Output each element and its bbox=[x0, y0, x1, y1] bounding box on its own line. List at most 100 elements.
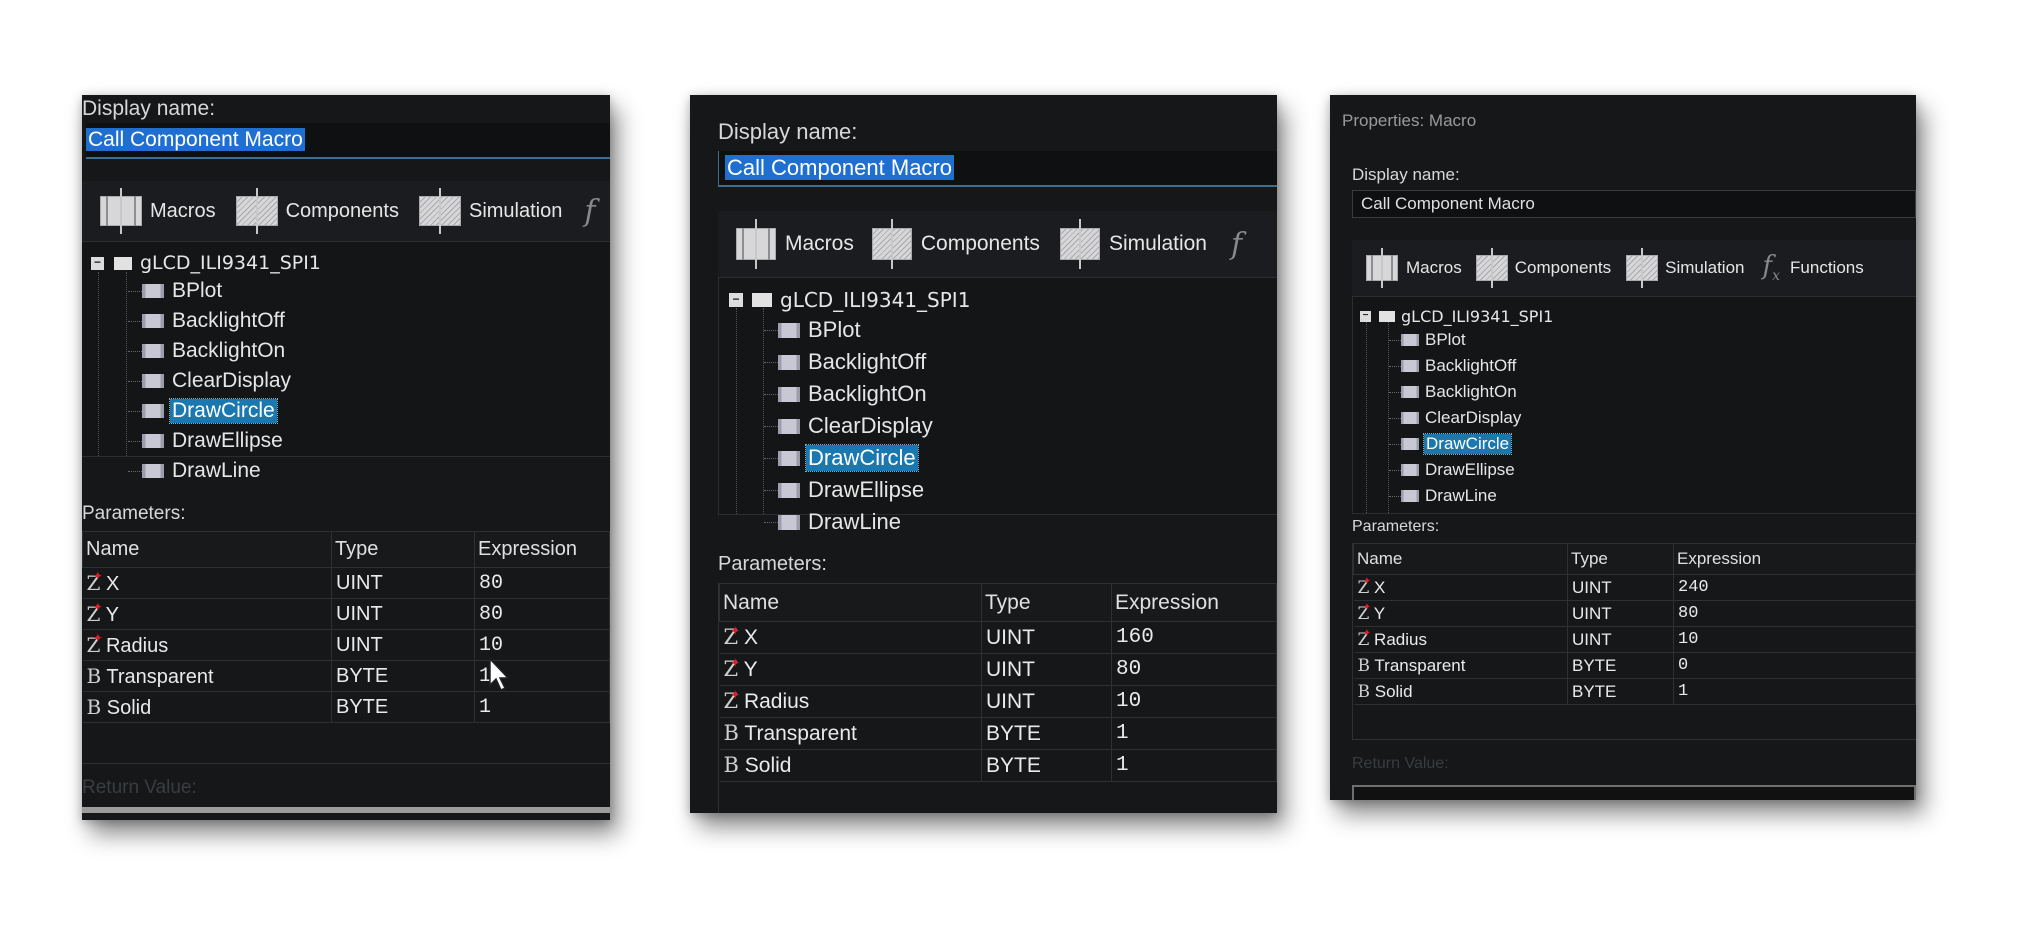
parameter-row[interactable]: B Transparent BYTE 1 bbox=[82, 660, 610, 692]
tab-macros[interactable]: Macros bbox=[736, 219, 854, 269]
tree-item[interactable]: BacklightOn bbox=[1353, 379, 1916, 405]
tree-item[interactable]: DrawEllipse bbox=[1353, 457, 1916, 483]
parameter-row[interactable]: Z ✦ X UINT 240 bbox=[1353, 574, 1916, 601]
tree-root[interactable]: − gLCD_ILI9341_SPI1 bbox=[82, 250, 610, 276]
parameter-expression[interactable]: 80 bbox=[474, 567, 610, 599]
macro-tree[interactable]: − gLCD_ILI9341_SPI1 BPlot BacklightOff B… bbox=[1352, 296, 1916, 514]
display-name-input[interactable]: Call Component Macro bbox=[1352, 190, 1916, 218]
uint-icon: Z ✦ bbox=[723, 623, 741, 649]
uint-icon: Z ✦ bbox=[1357, 575, 1372, 598]
parameter-row[interactable]: B Transparent BYTE 1 bbox=[719, 717, 1277, 750]
tab-label: Components bbox=[1514, 258, 1612, 277]
column-header-type[interactable]: Type bbox=[981, 583, 1112, 622]
macro-icon bbox=[1401, 464, 1419, 476]
tree-root[interactable]: − gLCD_ILI9341_SPI1 bbox=[1353, 305, 1916, 327]
parameter-expression[interactable]: 240 bbox=[1673, 574, 1916, 601]
parameter-expression[interactable]: 160 bbox=[1111, 621, 1277, 654]
tab-simulation[interactable]: Simulation bbox=[418, 188, 562, 234]
properties-panel-1: Display name: Call Component Macro Macro… bbox=[82, 95, 610, 820]
column-header-type[interactable]: Type bbox=[1567, 543, 1674, 575]
parameter-expression[interactable]: 10 bbox=[474, 629, 610, 661]
tree-root[interactable]: − gLCD_ILI9341_SPI1 bbox=[719, 286, 1277, 314]
column-header-expression[interactable]: Expression bbox=[1673, 543, 1916, 575]
parameter-expression[interactable]: 10 bbox=[1673, 626, 1916, 653]
parameter-row[interactable]: Z ✦ Y UINT 80 bbox=[719, 653, 1277, 686]
tree-item[interactable]: BacklightOff bbox=[719, 346, 1277, 378]
parameter-row[interactable]: Z ✦ Radius UINT 10 bbox=[1353, 626, 1916, 653]
parameter-expression[interactable]: 80 bbox=[1111, 653, 1277, 686]
tree-item[interactable]: ClearDisplay bbox=[82, 366, 610, 396]
tree-item[interactable]: DrawLine bbox=[82, 456, 610, 486]
parameter-expression[interactable]: 0 bbox=[1673, 652, 1916, 679]
collapse-icon[interactable]: − bbox=[729, 293, 743, 307]
parameters-table: Name Type Expression Z ✦ X UINT 80 Z ✦ Y U… bbox=[82, 531, 610, 723]
tree-item[interactable]: DrawLine bbox=[1353, 483, 1916, 509]
macro-tree[interactable]: − gLCD_ILI9341_SPI1 BPlot BacklightOff B… bbox=[82, 241, 610, 482]
tree-item[interactable]: BPlot bbox=[719, 314, 1277, 346]
tab-components[interactable]: Components bbox=[871, 219, 1040, 269]
return-value-input[interactable] bbox=[1352, 785, 1916, 800]
macro-icon bbox=[778, 514, 800, 530]
return-value-label: Return Value: bbox=[1352, 755, 1449, 772]
parameter-expression[interactable]: 1 bbox=[1111, 749, 1277, 782]
tab-functions[interactable]: f bbox=[1231, 227, 1242, 262]
parameter-row[interactable]: Z ✦ X UINT 160 bbox=[719, 621, 1277, 654]
tab-functions[interactable]: fx Functions bbox=[1763, 251, 1864, 284]
tree-item[interactable]: ClearDisplay bbox=[1353, 405, 1916, 431]
tree-item[interactable]: DrawEllipse bbox=[719, 474, 1277, 506]
tree-item[interactable]: BPlot bbox=[82, 276, 610, 306]
return-value-input[interactable] bbox=[82, 807, 610, 813]
parameter-expression[interactable]: 1 bbox=[474, 691, 610, 723]
tab-components[interactable]: Components bbox=[1475, 248, 1612, 288]
tree-item[interactable]: BPlot bbox=[1353, 327, 1916, 353]
macro-icon bbox=[1401, 386, 1419, 398]
folder-icon bbox=[752, 293, 772, 307]
parameters-label: Parameters: bbox=[718, 553, 827, 575]
tree-item[interactable]: BacklightOff bbox=[82, 306, 610, 336]
tree-item-selected[interactable]: DrawCircle bbox=[719, 442, 1277, 474]
parameter-row[interactable]: B Solid BYTE 1 bbox=[719, 749, 1277, 782]
tree-item[interactable]: BacklightOn bbox=[719, 378, 1277, 410]
parameter-type: UINT bbox=[331, 629, 475, 661]
folder-icon bbox=[114, 256, 132, 270]
collapse-icon[interactable]: − bbox=[1360, 310, 1371, 322]
column-header-type[interactable]: Type bbox=[331, 531, 475, 568]
column-header-expression[interactable]: Expression bbox=[474, 531, 610, 568]
column-header-name[interactable]: Name bbox=[1353, 543, 1568, 575]
parameter-row[interactable]: B Solid BYTE 1 bbox=[1353, 678, 1916, 705]
parameter-expression[interactable]: 1 bbox=[1673, 678, 1916, 705]
parameter-expression[interactable]: 80 bbox=[1673, 600, 1916, 627]
macro-tree[interactable]: − gLCD_ILI9341_SPI1 BPlot BacklightOff B… bbox=[718, 277, 1277, 534]
column-header-expression[interactable]: Expression bbox=[1111, 583, 1277, 622]
tree-item[interactable]: DrawLine bbox=[719, 506, 1277, 538]
parameter-row[interactable]: Z ✦ X UINT 80 bbox=[82, 567, 610, 599]
parameter-expression[interactable]: 1 bbox=[1111, 717, 1277, 750]
parameter-type: BYTE bbox=[981, 749, 1112, 782]
tree-item[interactable]: ClearDisplay bbox=[719, 410, 1277, 442]
tree-item[interactable]: BacklightOn bbox=[82, 336, 610, 366]
tab-components[interactable]: Components bbox=[235, 188, 399, 234]
tree-item[interactable]: BacklightOff bbox=[1353, 353, 1916, 379]
tab-macros[interactable]: Macros bbox=[1366, 248, 1462, 288]
parameter-expression[interactable]: 80 bbox=[474, 598, 610, 630]
tree-item[interactable]: DrawEllipse bbox=[82, 426, 610, 456]
parameter-row[interactable]: Z ✦ Y UINT 80 bbox=[1353, 600, 1916, 627]
column-header-name[interactable]: Name bbox=[719, 583, 982, 622]
parameter-expression[interactable]: 10 bbox=[1111, 685, 1277, 718]
tab-simulation[interactable]: Simulation bbox=[1626, 248, 1745, 288]
parameter-row[interactable]: Z ✦ Radius UINT 10 bbox=[719, 685, 1277, 718]
parameter-row[interactable]: Z ✦ Radius UINT 10 bbox=[82, 629, 610, 661]
column-header-name[interactable]: Name bbox=[82, 531, 332, 568]
parameter-row[interactable]: Z ✦ Y UINT 80 bbox=[82, 598, 610, 630]
tab-functions[interactable]: f bbox=[584, 194, 595, 229]
display-name-input[interactable]: Call Component Macro bbox=[718, 151, 1277, 187]
tab-simulation[interactable]: Simulation bbox=[1059, 219, 1207, 269]
tree-item-selected[interactable]: DrawCircle bbox=[1353, 431, 1916, 457]
tree-item-selected[interactable]: DrawCircle bbox=[82, 396, 610, 426]
parameter-row[interactable]: B Solid BYTE 1 bbox=[82, 691, 610, 723]
tree-root-label: gLCD_ILI9341_SPI1 bbox=[780, 288, 971, 312]
parameter-row[interactable]: B Transparent BYTE 0 bbox=[1353, 652, 1916, 679]
display-name-input[interactable]: Call Component Macro bbox=[86, 123, 610, 159]
tab-macros[interactable]: Macros bbox=[100, 188, 216, 234]
collapse-icon[interactable]: − bbox=[91, 256, 104, 270]
